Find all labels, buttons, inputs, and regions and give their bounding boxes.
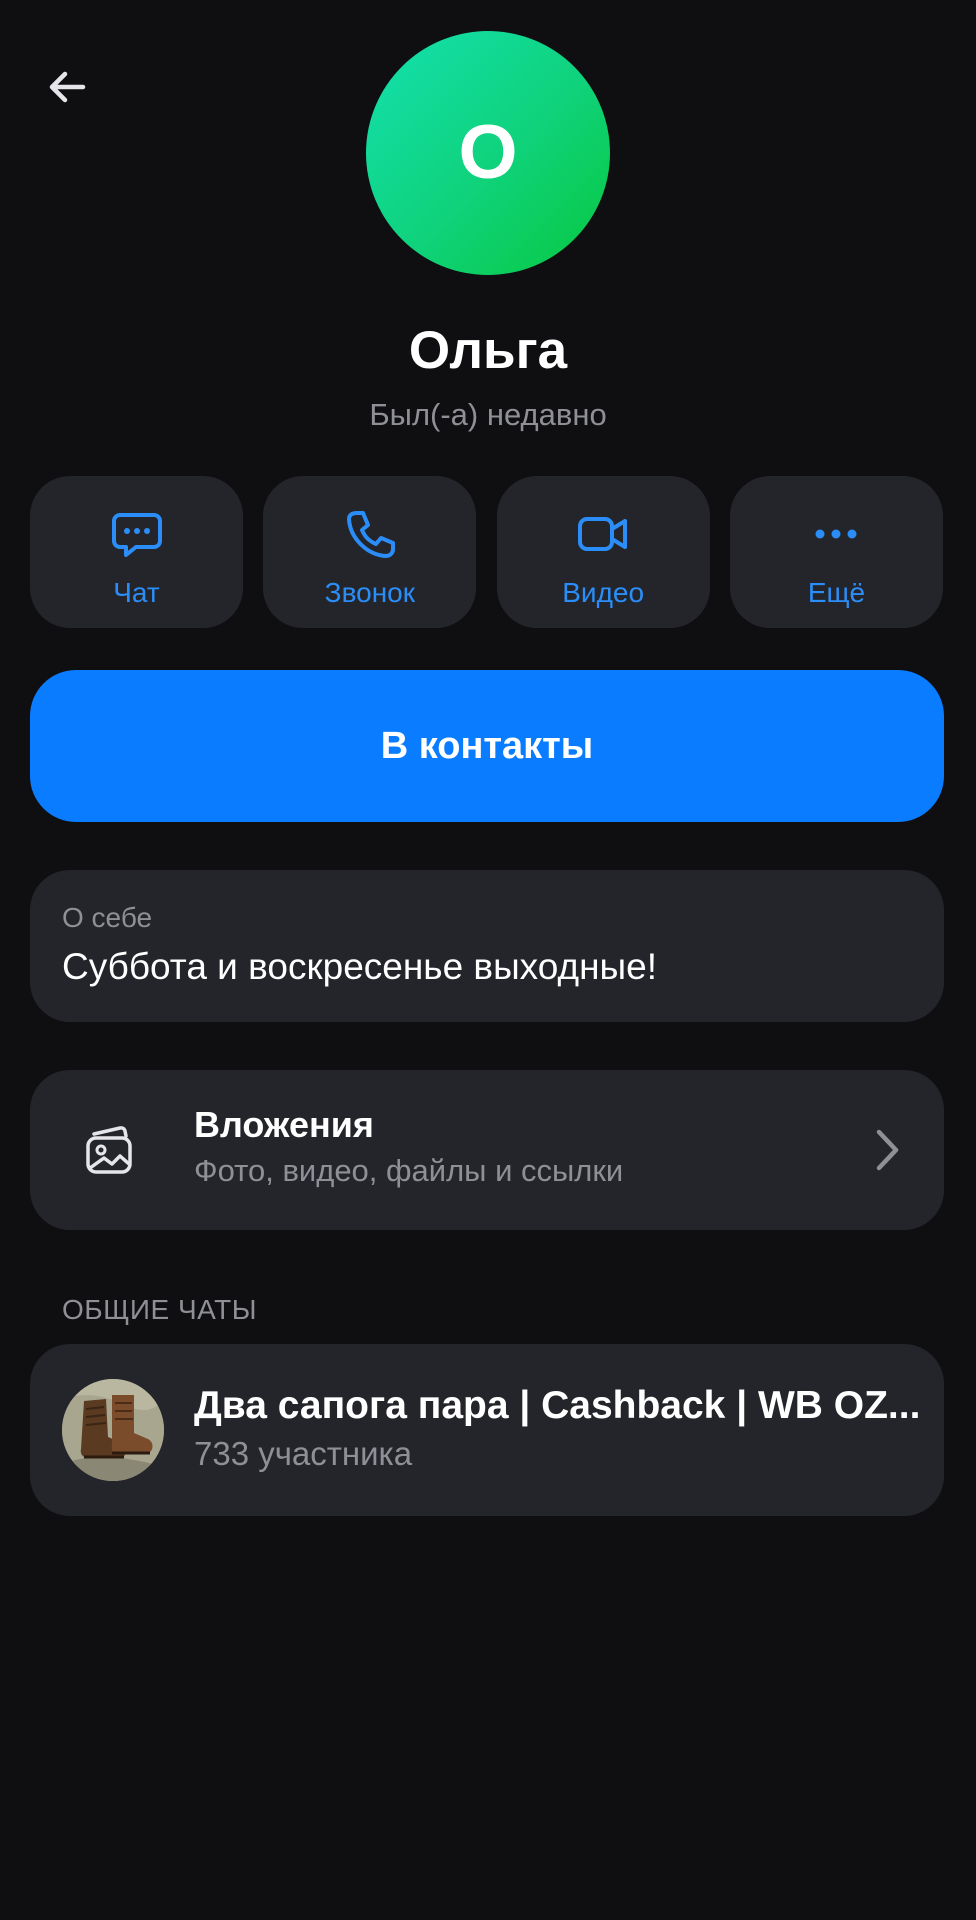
action-bar: Чат Звонок Видео Ещё	[30, 476, 943, 628]
attachments-row[interactable]: Вложения Фото, видео, файлы и ссылки	[30, 1070, 944, 1230]
more-button-label: Ещё	[807, 577, 866, 608]
common-chat-item[interactable]: Два сапога пара | Cashback | WB OZ... 73…	[30, 1344, 944, 1516]
chat-button[interactable]: Чат	[30, 476, 243, 628]
boots-image	[62, 1379, 164, 1481]
about-text: Суббота и воскресенье выходные!	[62, 946, 657, 987]
about-label: О себе	[62, 902, 153, 933]
chat-bubble-icon	[109, 506, 165, 562]
call-button-label: Звонок	[324, 577, 415, 608]
arrow-left-icon	[49, 71, 86, 103]
add-to-contacts-button[interactable]: В контакты	[30, 670, 944, 822]
profile-name: Ольга	[408, 321, 568, 380]
avatar-initial: О	[458, 110, 518, 195]
profile-avatar[interactable]: О	[366, 31, 610, 275]
common-chat-text: Два сапога пара | Cashback | WB OZ... 73…	[194, 1382, 924, 1476]
phone-icon	[342, 506, 398, 562]
back-button[interactable]	[30, 50, 104, 124]
profile-status: Был(-а) недавно	[369, 397, 607, 432]
attachments-text: Вложения Фото, видео, файлы и ссылки	[194, 1102, 623, 1192]
call-button[interactable]: Звонок	[263, 476, 477, 628]
more-button[interactable]: Ещё	[729, 476, 943, 628]
attachments-title: Вложения	[194, 1104, 374, 1145]
attachments-subtitle: Фото, видео, файлы и ссылки	[194, 1153, 624, 1188]
common-chat-members: 733 участника	[194, 1435, 413, 1472]
video-button-label: Видео	[562, 577, 645, 608]
common-chats-header: ОБЩИЕ ЧАТЫ	[62, 1294, 258, 1325]
video-camera-icon	[575, 506, 631, 562]
common-chat-title: Два сапога пара | Cashback | WB OZ...	[194, 1384, 921, 1427]
video-button[interactable]: Видео	[496, 476, 710, 628]
media-gallery-icon	[80, 1120, 140, 1180]
about-card[interactable]: О себе Суббота и воскресенье выходные!	[30, 870, 944, 1022]
chat-button-label: Чат	[113, 577, 160, 608]
chevron-right-icon	[866, 1122, 906, 1178]
more-dots-icon	[808, 506, 864, 562]
